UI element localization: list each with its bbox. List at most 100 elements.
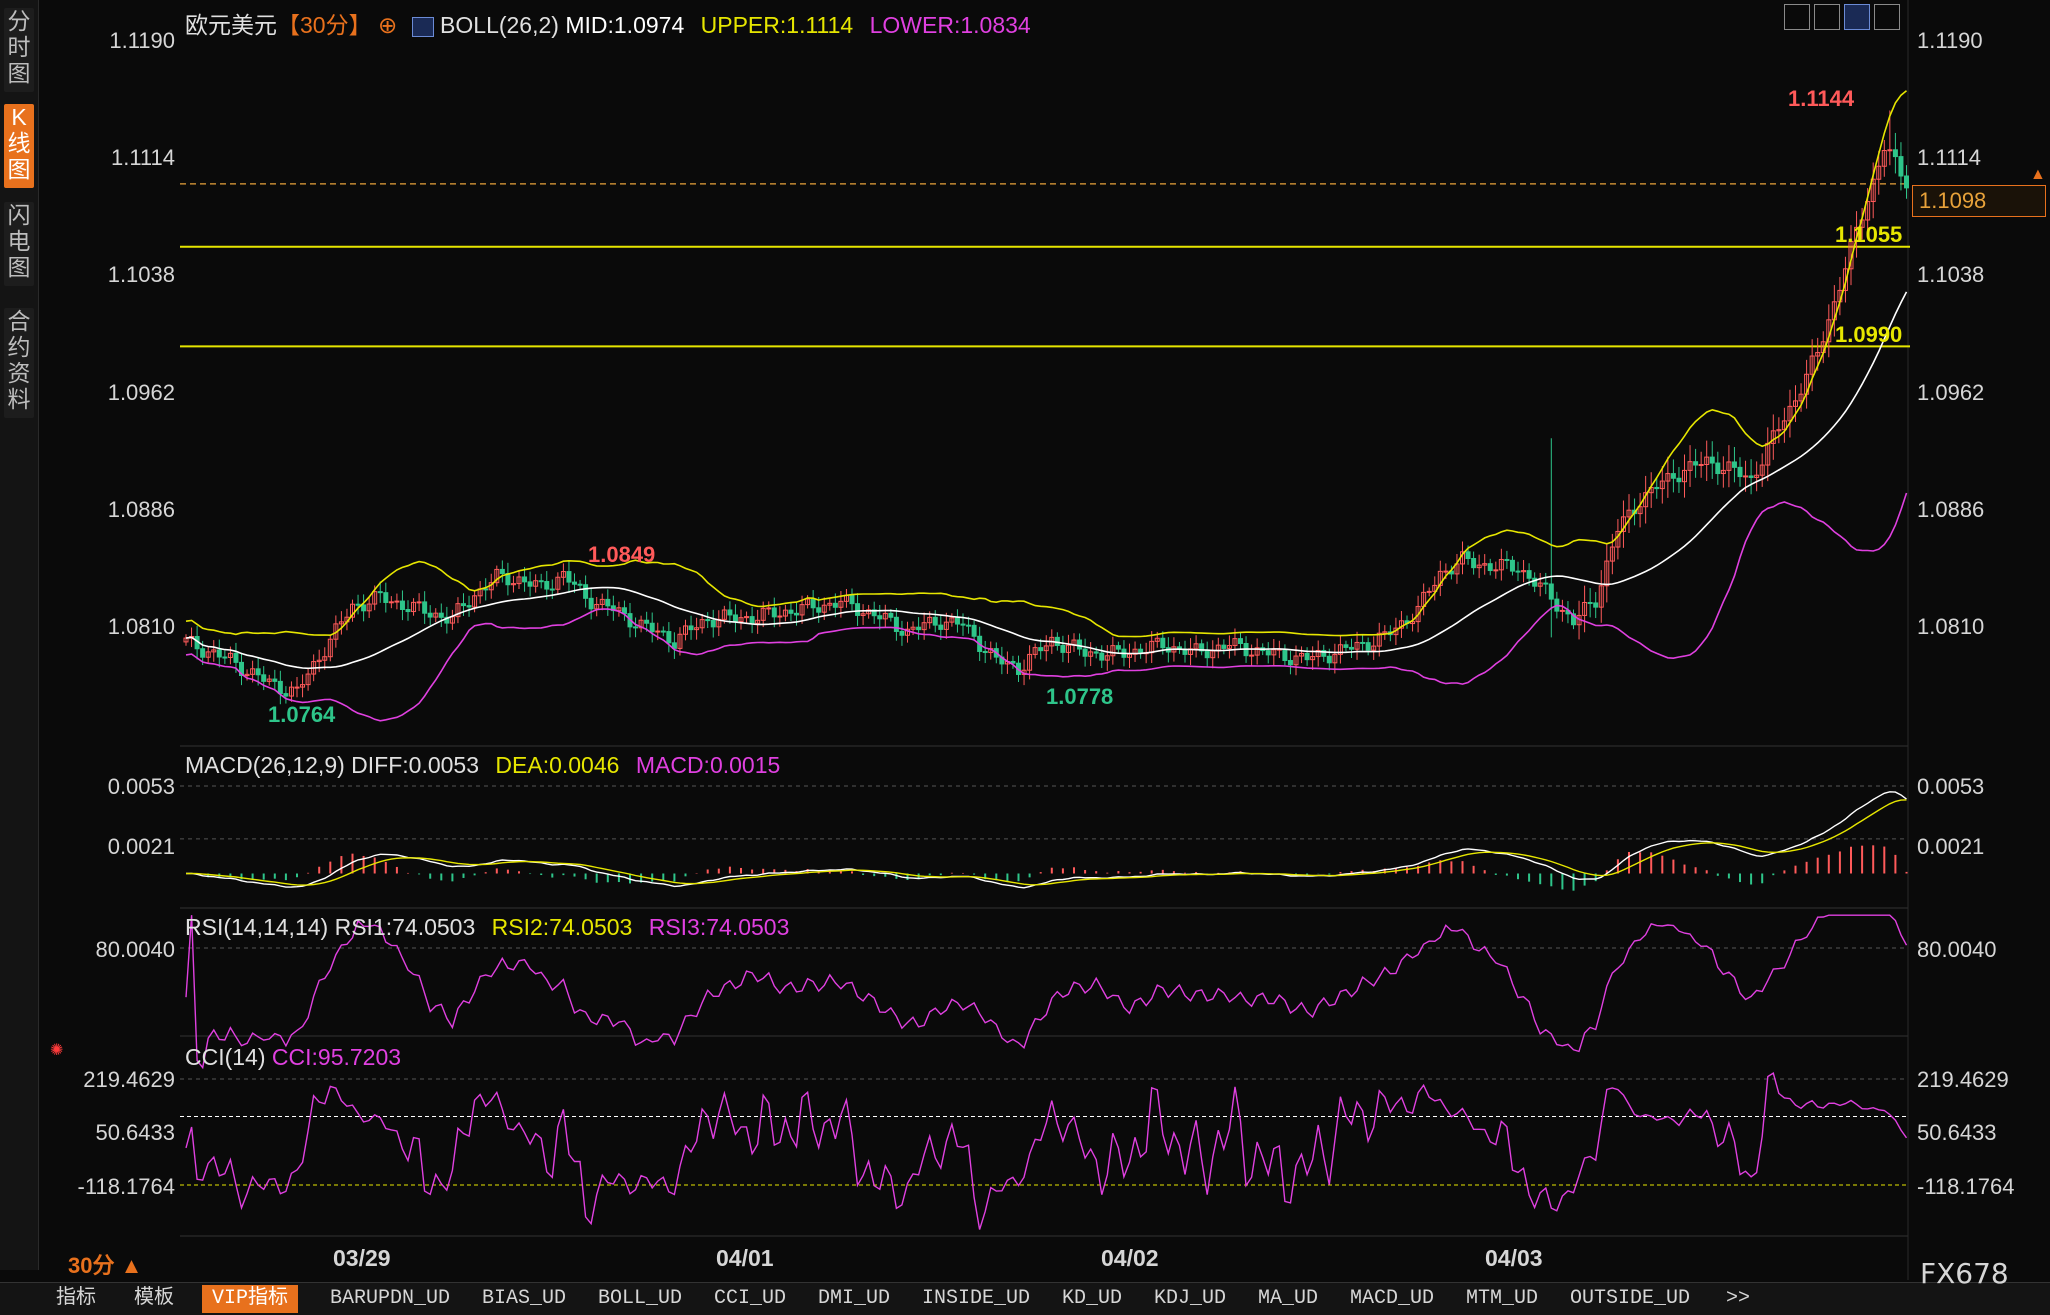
macd-title: MACD(26,12,9) bbox=[185, 752, 345, 778]
tab-barupdn[interactable]: BARUPDN_UD bbox=[330, 1285, 450, 1313]
chart-canvas[interactable] bbox=[0, 0, 2050, 1314]
candle-body bbox=[938, 624, 944, 630]
columns-icon[interactable] bbox=[1814, 4, 1840, 30]
candle-body bbox=[427, 612, 433, 618]
price-tick-right: 1.0962 bbox=[1917, 380, 1985, 405]
tab-boll[interactable]: BOLL_UD bbox=[598, 1285, 682, 1313]
layout-icon[interactable] bbox=[1784, 4, 1810, 30]
candle-body bbox=[644, 619, 650, 624]
tab-templates[interactable]: 模板 bbox=[134, 1285, 174, 1313]
candle-body bbox=[1343, 644, 1349, 648]
candle-body bbox=[1038, 647, 1044, 652]
tab-cci[interactable]: CCI_UD bbox=[714, 1285, 786, 1313]
tab-kd[interactable]: KD_UD bbox=[1062, 1285, 1122, 1313]
candle-body bbox=[1093, 651, 1099, 654]
tab-bias[interactable]: BIAS_UD bbox=[482, 1285, 566, 1313]
price-tick-left: 1.1114 bbox=[110, 145, 175, 170]
level-label: 1.1055 bbox=[1835, 222, 1903, 247]
tab-ma[interactable]: MA_UD bbox=[1258, 1285, 1318, 1313]
candle-body bbox=[461, 603, 466, 607]
macd-tick-left: 0.0021 bbox=[107, 834, 175, 859]
tab-inside[interactable]: INSIDE_UD bbox=[922, 1285, 1030, 1313]
candle-body bbox=[1365, 642, 1371, 651]
candle-body bbox=[899, 630, 905, 636]
tab-mtm[interactable]: MTM_UD bbox=[1466, 1285, 1538, 1313]
indicator-tab-bar: 指标 模板 VIP指标 BARUPDN_UD BIAS_UD BOLL_UD C… bbox=[0, 1257, 2050, 1315]
candle-body bbox=[1887, 149, 1893, 152]
indicator-icon[interactable] bbox=[411, 16, 434, 37]
tab-vip-indicators[interactable]: VIP指标 bbox=[202, 1285, 299, 1313]
candle-body bbox=[566, 571, 572, 583]
period-label[interactable]: 【30分】 bbox=[277, 12, 372, 38]
candle-body bbox=[277, 680, 283, 695]
tab-outside[interactable]: OUTSIDE_UD bbox=[1570, 1285, 1690, 1313]
candle-body bbox=[572, 581, 577, 585]
candle-body bbox=[727, 609, 733, 616]
main-chart-header: 欧元美元【30分】 ⊕ BOLL(26,2) MID:1.0974 UPPER:… bbox=[185, 6, 1031, 40]
candle-body bbox=[688, 625, 694, 631]
candle-body bbox=[1676, 477, 1682, 483]
cci-header: CCI(14) CCI:95.7203 bbox=[185, 1044, 401, 1071]
rsi-tick-left: 80.0040 bbox=[95, 937, 175, 962]
crosshair-icon[interactable] bbox=[1844, 4, 1870, 30]
cci-title: CCI(14) bbox=[185, 1044, 266, 1070]
tab-kdj[interactable]: KDJ_UD bbox=[1154, 1285, 1226, 1313]
cci-tick-left: -118.1764 bbox=[77, 1174, 175, 1199]
rsi3-value: RSI3:74.0503 bbox=[648, 914, 790, 940]
candle-body bbox=[777, 615, 783, 618]
candle-body bbox=[766, 607, 772, 610]
candle-body bbox=[794, 612, 799, 616]
candle-body bbox=[1221, 644, 1227, 649]
candle-body bbox=[1204, 650, 1210, 659]
candle-body bbox=[1559, 609, 1565, 612]
candle-body bbox=[1715, 462, 1721, 475]
tab-dmi[interactable]: DMI_UD bbox=[818, 1285, 890, 1313]
tab-more[interactable]: >> bbox=[1726, 1285, 1750, 1313]
candle-body bbox=[1349, 646, 1354, 650]
candle-body bbox=[1548, 583, 1554, 600]
candle-body bbox=[577, 583, 583, 586]
tab-macd[interactable]: MACD_UD bbox=[1350, 1285, 1434, 1313]
candle-body bbox=[1471, 558, 1477, 569]
candle-body bbox=[816, 607, 822, 613]
candle-body bbox=[522, 576, 528, 583]
candle-body bbox=[383, 592, 389, 603]
date-label: 04/02 bbox=[1101, 1245, 1159, 1271]
candle-body bbox=[788, 609, 794, 614]
candle-body bbox=[1282, 648, 1288, 661]
candle-body bbox=[1709, 456, 1715, 464]
macd-tick-left: 0.0053 bbox=[107, 774, 175, 799]
period-selector[interactable]: 30分 ▲ bbox=[68, 1248, 142, 1280]
fullscreen-icon[interactable] bbox=[1874, 4, 1900, 30]
candle-body bbox=[1543, 582, 1549, 585]
macd-diff: DIFF:0.0053 bbox=[351, 752, 480, 778]
candle-body bbox=[1737, 466, 1743, 478]
cci-tick-left: 219.4629 bbox=[83, 1067, 175, 1092]
candle-body bbox=[283, 693, 289, 697]
candle-body bbox=[1326, 655, 1332, 664]
rsi-tick-right: 80.0040 bbox=[1917, 937, 1997, 962]
candle-body bbox=[1060, 645, 1066, 653]
candle-body bbox=[710, 619, 716, 628]
tab-indicators[interactable]: 指标 bbox=[56, 1285, 96, 1313]
candle-body bbox=[1443, 570, 1449, 573]
macd-dea: DEA:0.0046 bbox=[495, 752, 620, 778]
annotation-peak: 1.0849 bbox=[588, 542, 656, 567]
macd-tick-right: 0.0053 bbox=[1917, 774, 1985, 799]
candle-body bbox=[361, 604, 367, 612]
rsi-title: RSI(14,14,14) bbox=[185, 914, 329, 940]
candle-body bbox=[261, 674, 267, 682]
candle-body bbox=[1493, 569, 1499, 572]
candle-body bbox=[855, 603, 861, 616]
candle-body bbox=[1287, 659, 1293, 666]
price-tick-left: 1.0962 bbox=[107, 380, 175, 405]
cci-tick-right: -118.1764 bbox=[1917, 1174, 2015, 1199]
price-tick-right: 1.1190 bbox=[1917, 28, 1983, 53]
alert-icon[interactable]: ✺ bbox=[50, 1040, 63, 1060]
candle-body bbox=[544, 580, 550, 590]
candle-body bbox=[1304, 652, 1310, 661]
settings-icon[interactable]: ⊕ bbox=[378, 12, 397, 38]
candle-body bbox=[499, 568, 505, 574]
cci-line bbox=[185, 1072, 1908, 1230]
date-label: 04/01 bbox=[716, 1245, 774, 1271]
